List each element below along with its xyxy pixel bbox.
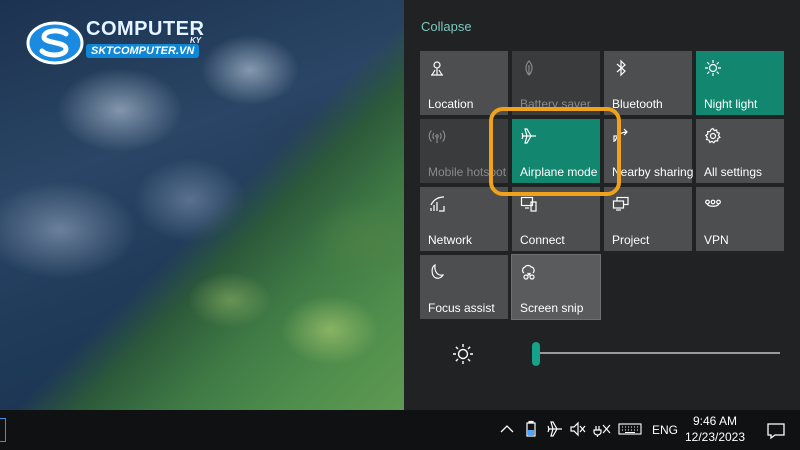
tile-label: Mobile hotspot	[428, 165, 507, 179]
tile-label: Location	[428, 97, 474, 111]
notification-icon	[767, 423, 785, 440]
taskbar-edge[interactable]	[0, 418, 6, 442]
screen-snip-icon	[520, 263, 538, 281]
tile-network[interactable]: Network	[420, 187, 508, 251]
moon-icon	[428, 263, 446, 281]
tile-label: Nearby sharing	[612, 165, 694, 179]
keyboard-icon[interactable]	[618, 420, 642, 440]
tile-screen-snip[interactable]: Screen snip	[511, 254, 601, 320]
tile-location[interactable]: Location	[420, 51, 508, 115]
connect-icon	[520, 195, 538, 213]
chevron-up-icon[interactable]	[498, 420, 516, 440]
project-icon	[612, 195, 630, 213]
tile-label: Airplane mode	[520, 165, 598, 179]
notification-button[interactable]	[752, 410, 800, 450]
tile-label: Connect	[520, 233, 565, 247]
tile-label: Network	[428, 233, 473, 247]
brightness-thumb[interactable]	[532, 342, 540, 366]
tile-label: Project	[612, 233, 650, 247]
tile-label: Battery saver	[520, 97, 591, 111]
tile-mobile-hotspot[interactable]: Mobile hotspot	[420, 119, 508, 183]
tile-vpn[interactable]: VPN	[696, 187, 784, 251]
location-icon	[428, 59, 446, 77]
nearby-sharing-icon	[612, 127, 630, 145]
tile-night-light[interactable]: Night light	[696, 51, 784, 115]
tile-battery-saver[interactable]: Battery saver	[512, 51, 600, 115]
tile-label: VPN	[704, 233, 729, 247]
vpn-icon	[704, 195, 722, 213]
mobile-hotspot-icon	[428, 127, 446, 145]
brightness-slider[interactable]	[448, 340, 780, 368]
watermark-logo: COMPUTER KY SKTCOMPUTER.VN	[26, 14, 206, 72]
network-icon	[428, 195, 446, 213]
tile-connect[interactable]: Connect	[512, 187, 600, 251]
action-center-panel: Collapse Location Battery saver Bluetoot…	[404, 0, 800, 410]
tile-label: Screen snip	[520, 301, 584, 315]
airplane-icon	[520, 127, 538, 145]
tile-label: Night light	[704, 97, 758, 111]
sun-icon	[453, 344, 473, 364]
gear-icon	[704, 127, 722, 145]
logo-word: COMPUTER	[86, 18, 205, 40]
clock-time: 9:46 AM	[692, 414, 738, 428]
tile-label: Bluetooth	[612, 97, 663, 111]
tile-all-settings[interactable]: All settings	[696, 119, 784, 183]
tile-bluetooth[interactable]: Bluetooth	[604, 51, 692, 115]
logo-url: SKTCOMPUTER.VN	[86, 44, 200, 58]
tile-airplane-mode[interactable]: Airplane mode	[512, 119, 600, 183]
logo-emblem	[26, 21, 84, 65]
tile-project[interactable]: Project	[604, 187, 692, 251]
clock[interactable]: 9:46 AM 12/23/2023	[684, 413, 746, 445]
clock-date: 12/23/2023	[684, 430, 746, 444]
tile-label: Focus assist	[428, 301, 495, 315]
collapse-link[interactable]: Collapse	[421, 19, 472, 34]
battery-icon[interactable]	[522, 420, 540, 440]
power-plug-icon[interactable]	[593, 420, 611, 440]
tile-focus-assist[interactable]: Focus assist	[420, 255, 508, 319]
volume-muted-icon[interactable]	[569, 420, 587, 440]
airplane-icon[interactable]	[546, 420, 564, 440]
battery-saver-icon	[520, 59, 538, 77]
night-light-icon	[704, 59, 722, 77]
bluetooth-icon	[612, 59, 630, 77]
language-indicator[interactable]: ENG	[652, 423, 678, 437]
taskbar: ENG 9:46 AM 12/23/2023	[0, 410, 800, 450]
tile-label: All settings	[704, 165, 763, 179]
brightness-track[interactable]	[532, 352, 780, 354]
tile-nearby-sharing[interactable]: Nearby sharing	[604, 119, 694, 183]
desktop-wallpaper: COMPUTER KY SKTCOMPUTER.VN	[0, 0, 404, 410]
